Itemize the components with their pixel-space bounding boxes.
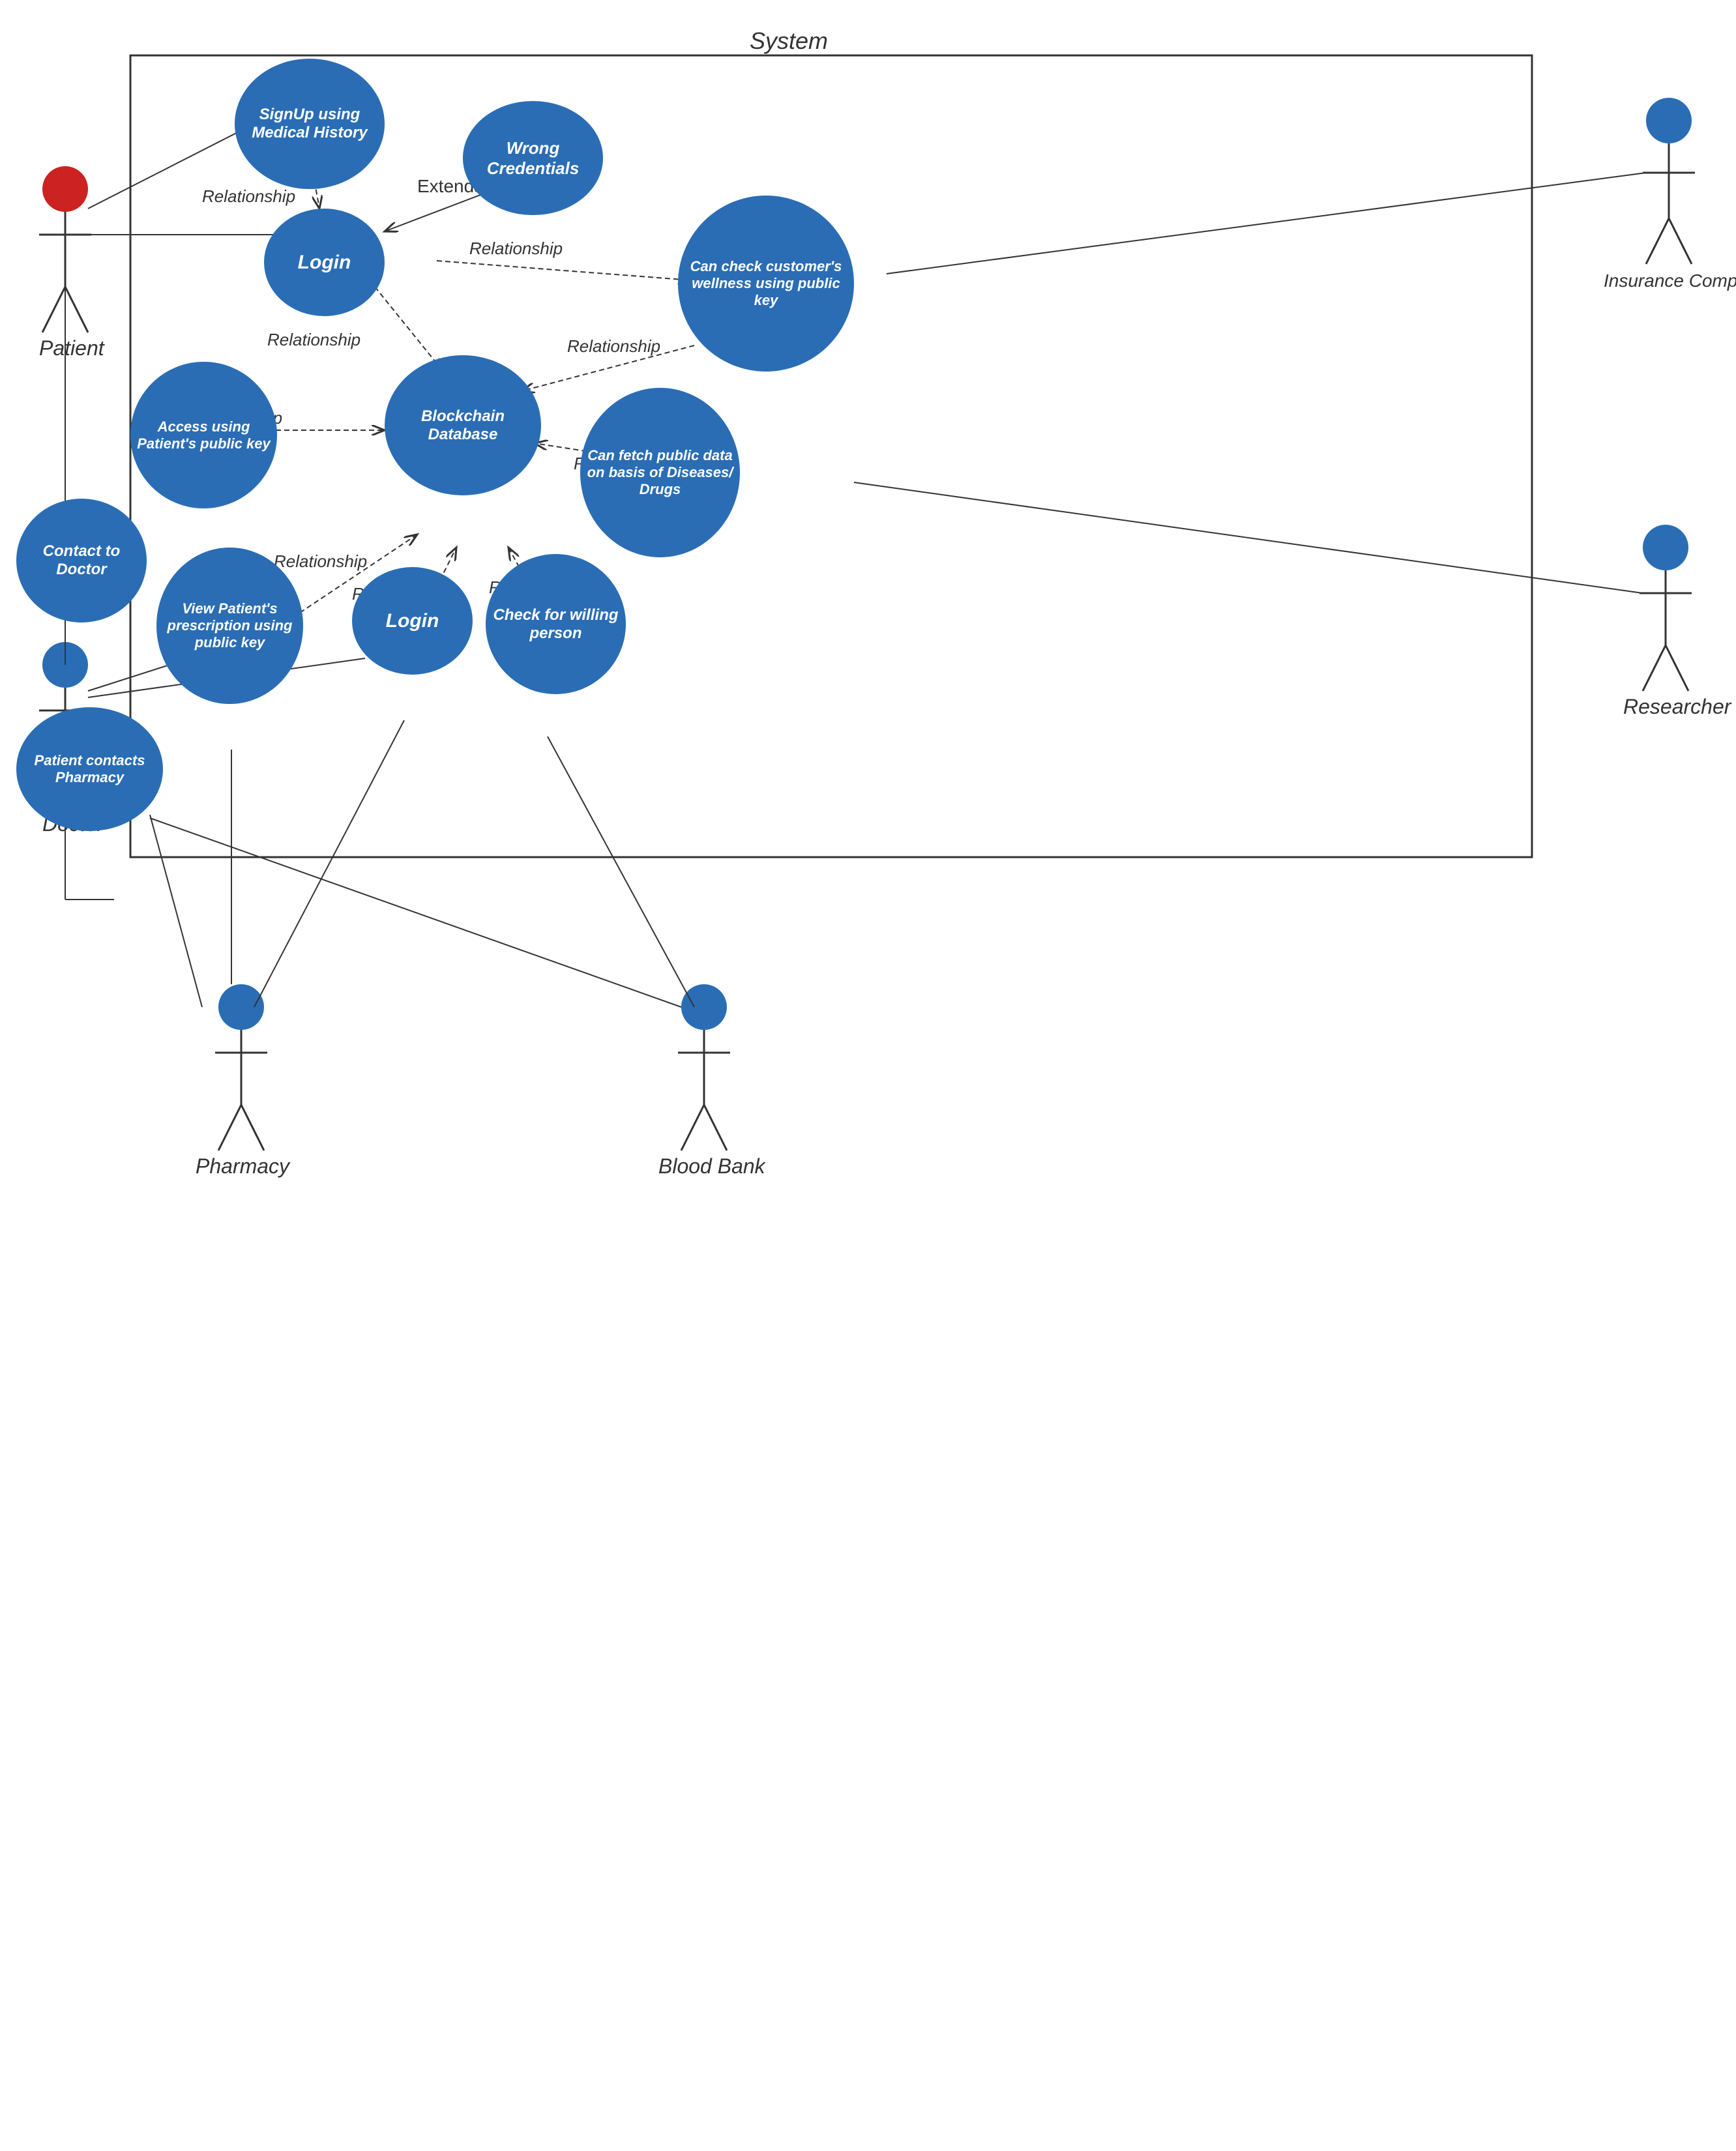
insurance-label: Insurance Company: [1604, 271, 1736, 291]
rel-login-cancheck: Relationship: [469, 239, 563, 258]
patient-actor-head: [42, 166, 88, 212]
doctor-head: [42, 642, 88, 688]
rel-login-blockchain: Relationship: [267, 330, 360, 349]
bloodbank-head: [681, 984, 727, 1030]
wrong-credentials-ellipse: Wrong Credentials: [463, 101, 603, 215]
connections-svg: System Patient Insurance Company Doctor: [0, 0, 1736, 2151]
contact-doctor-ellipse: Contact to Doctor: [16, 499, 147, 622]
blockchain-ellipse: Blockchain Database: [385, 355, 541, 495]
pharmacy-head: [218, 984, 264, 1030]
system-label: System: [750, 27, 828, 54]
rel-signup-login: Relationship: [202, 186, 295, 206]
researcher-head: [1643, 525, 1688, 570]
can-fetch-ellipse: Can fetch public data on basis of Diseas…: [580, 388, 740, 557]
insurance-head: [1646, 98, 1692, 143]
pharmacy-label: Pharmacy: [196, 1154, 291, 1178]
signup-ellipse: SignUp using Medical History: [235, 59, 385, 189]
access-pubkey-ellipse: Access using Patient's public key: [130, 362, 277, 508]
can-check-ellipse: Can check customer's wellness using publ…: [678, 196, 854, 372]
view-prescription-ellipse: View Patient's prescription using public…: [156, 548, 303, 704]
bloodbank-label: Blood Bank: [658, 1154, 767, 1178]
login-top-ellipse: Login: [264, 209, 385, 316]
rel-cancheck-blockchain: Relationship: [567, 336, 660, 356]
patient-label: Patient: [39, 336, 105, 360]
diagram-container: System Patient Insurance Company Doctor: [0, 0, 1736, 2151]
researcher-label: Researcher: [1623, 695, 1732, 718]
login-bottom-ellipse: Login: [352, 567, 473, 675]
check-willing-ellipse: Check for willing person: [486, 554, 626, 694]
patient-pharmacy-ellipse: Patient contacts Pharmacy: [16, 707, 163, 831]
rel-view-blockchain: Relationship: [274, 551, 367, 571]
